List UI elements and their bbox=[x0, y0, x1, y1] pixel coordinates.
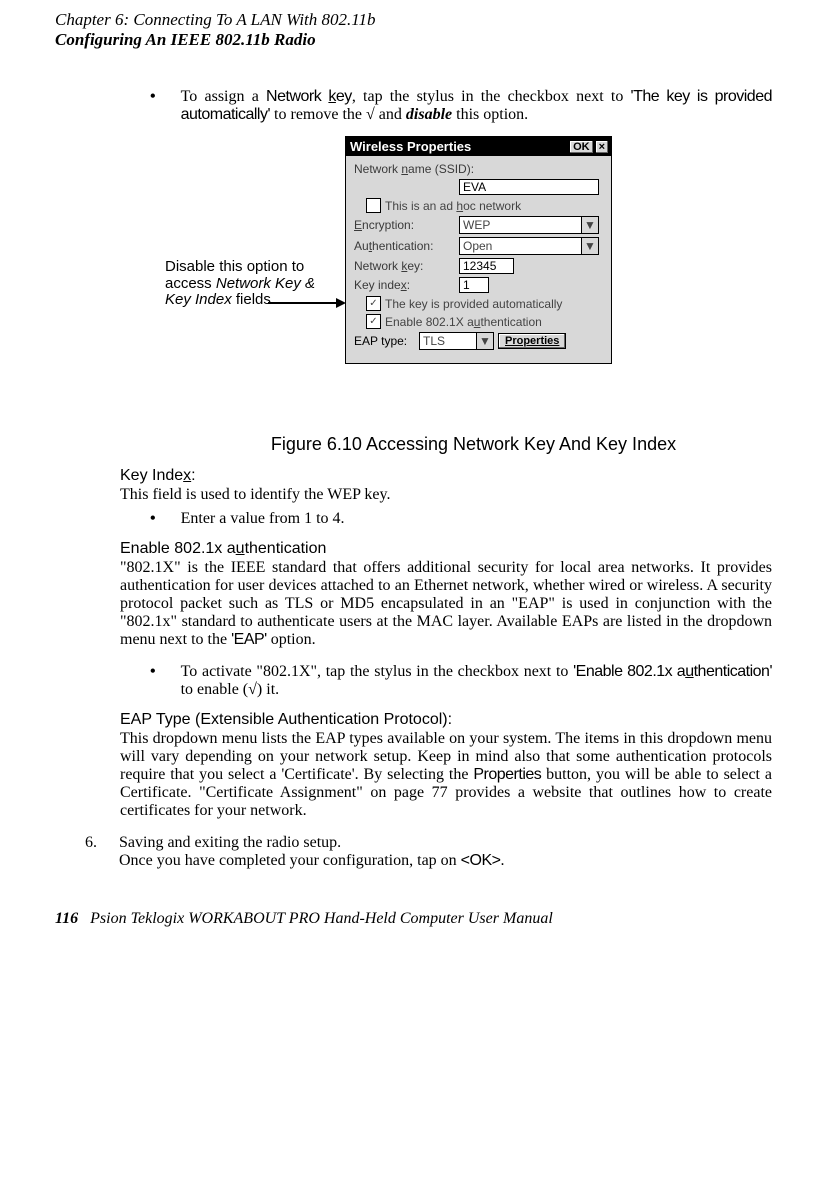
chevron-down-icon: ▼ bbox=[476, 333, 493, 349]
autokey-label: The key is provided automatically bbox=[385, 297, 562, 311]
ssid-input[interactable] bbox=[459, 179, 599, 195]
text: to remove the √ and bbox=[270, 106, 406, 123]
page-footer: 116 Psion Teklogix WORKABOUT PRO Hand-Hel… bbox=[55, 910, 772, 928]
text-netkey: Network key bbox=[266, 88, 352, 105]
eaptype-heading: EAP Type (Extensible Authentication Prot… bbox=[120, 711, 772, 729]
keyidx-label: Key index: bbox=[354, 278, 459, 292]
enable8021x-label: Enable 802.1X authentication bbox=[385, 315, 542, 329]
step6-ok: <OK> bbox=[461, 852, 501, 869]
enable8021x-heading: Enable 802.1x authentication bbox=[120, 540, 772, 558]
enable8021x-bullet: To activate "802.1X", tap the stylus in … bbox=[181, 663, 772, 699]
ok-button[interactable]: OK bbox=[569, 140, 594, 154]
arrow-icon bbox=[268, 296, 348, 310]
autokey-checkbox[interactable]: ✓ bbox=[366, 296, 381, 311]
close-button[interactable]: × bbox=[595, 140, 609, 154]
step6-line2-pre: Once you have completed your configurati… bbox=[119, 852, 461, 869]
eap-label: EAP type: bbox=[354, 334, 419, 348]
bullet-assign-netkey: • To assign a Network key, tap the stylu… bbox=[150, 88, 772, 124]
keyindex-bullet: Enter a value from 1 to 4. bbox=[181, 510, 772, 528]
netkey-input[interactable] bbox=[459, 258, 514, 274]
step-6: 6. Saving and exiting the radio setup. O… bbox=[85, 834, 772, 870]
page-number: 116 bbox=[55, 910, 78, 927]
adhoc-checkbox[interactable] bbox=[366, 198, 381, 213]
keyidx-input[interactable] bbox=[459, 277, 489, 293]
chevron-down-icon: ▼ bbox=[581, 238, 598, 254]
chevron-down-icon: ▼ bbox=[581, 217, 598, 233]
text-disable: disable bbox=[406, 106, 452, 123]
page-header: Chapter 6: Connecting To A LAN With 802.… bbox=[55, 10, 772, 50]
netkey-label: Network key: bbox=[354, 259, 459, 273]
adhoc-label: This is an ad hoc network bbox=[385, 199, 521, 213]
eaptype-text: This dropdown menu lists the EAP types a… bbox=[120, 730, 772, 820]
figure-caption: Figure 6.10 Accessing Network Key And Ke… bbox=[205, 434, 742, 455]
properties-button[interactable]: Properties bbox=[498, 333, 566, 349]
figure-6-10: Disable this option to access Network Ke… bbox=[120, 136, 772, 426]
ssid-label: Network name (SSID): bbox=[354, 162, 474, 176]
keyindex-heading: Key Index: bbox=[120, 467, 772, 485]
enable8021x-checkbox[interactable]: ✓ bbox=[366, 314, 381, 329]
text: , tap the stylus in the checkbox next to bbox=[352, 88, 631, 105]
auth-label: Authentication: bbox=[354, 239, 459, 253]
text: this option. bbox=[452, 106, 528, 123]
keyindex-text: This field is used to identify the WEP k… bbox=[120, 486, 772, 504]
dialog-titlebar: Wireless Properties OK × bbox=[346, 137, 611, 156]
encryption-select[interactable]: WEP ▼ bbox=[459, 216, 599, 234]
eap-select[interactable]: TLS ▼ bbox=[419, 332, 494, 350]
text: To assign a bbox=[181, 88, 266, 105]
header-chapter: Chapter 6: Connecting To A LAN With 802.… bbox=[55, 10, 772, 30]
header-section: Configuring An IEEE 802.11b Radio bbox=[55, 30, 772, 50]
footer-text: Psion Teklogix WORKABOUT PRO Hand-Held C… bbox=[90, 910, 553, 927]
wireless-properties-dialog: Wireless Properties OK × Network name (S… bbox=[345, 136, 612, 364]
step6-line1: Saving and exiting the radio setup. bbox=[119, 834, 341, 851]
dialog-title: Wireless Properties bbox=[348, 139, 568, 154]
encryption-label: Encryption: bbox=[354, 218, 459, 232]
enable8021x-text: "802.1X" is the IEEE standard that offer… bbox=[120, 559, 772, 649]
auth-select[interactable]: Open ▼ bbox=[459, 237, 599, 255]
